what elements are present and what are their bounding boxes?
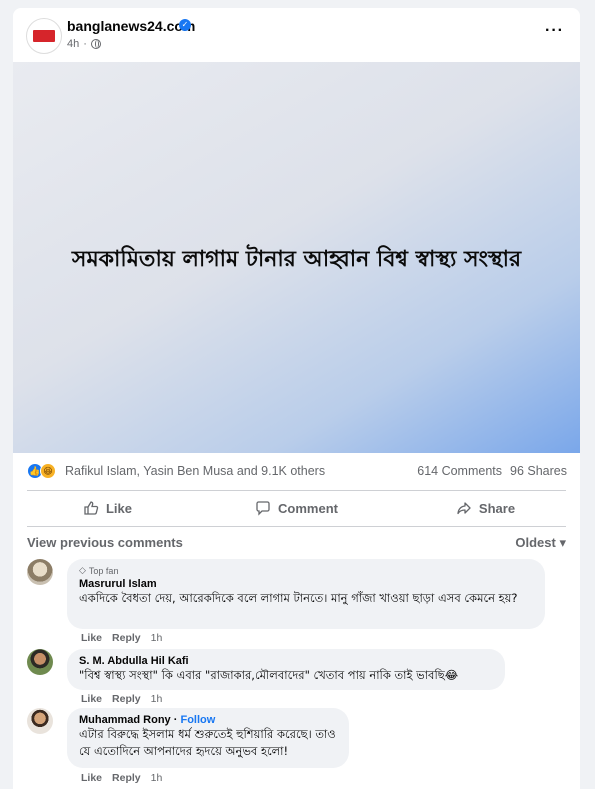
comment-reply-link[interactable]: Reply xyxy=(112,772,141,784)
engagement-counts: 614 Comments 96 Shares xyxy=(417,464,567,478)
comment-author[interactable]: Masrurul Islam xyxy=(79,578,533,590)
post-time[interactable]: 4h xyxy=(67,38,79,50)
comment-actions: Like Reply 1h xyxy=(81,693,162,705)
logo-mark xyxy=(33,30,55,42)
reactions-bar: 👍 😆 Rafikul Islam, Yasin Ben Musa and 9.… xyxy=(13,457,580,487)
reaction-names[interactable]: Rafikul Islam, Yasin Ben Musa and 9.1K o… xyxy=(65,464,325,478)
share-icon xyxy=(457,502,471,515)
thumbs-up-icon xyxy=(84,501,99,515)
more-options-button[interactable]: ··· xyxy=(545,22,564,40)
comment-like-link[interactable]: Like xyxy=(81,693,102,705)
comment-reply-link[interactable]: Reply xyxy=(112,693,141,705)
comment-time[interactable]: 1h xyxy=(151,772,163,784)
divider xyxy=(27,526,566,527)
follow-button[interactable]: Follow xyxy=(180,714,215,726)
comment-actions: Like Reply 1h xyxy=(81,772,162,784)
top-fan-badge: ◇ Top fan xyxy=(79,565,119,576)
comments-count[interactable]: 614 Comments xyxy=(417,464,502,478)
comments-header: View previous comments Oldest ▾ xyxy=(13,531,580,555)
haha-reaction-icon: 😆 xyxy=(40,463,56,479)
comment-label: Comment xyxy=(278,500,338,516)
avatar[interactable] xyxy=(27,559,53,585)
comment-icon xyxy=(256,501,270,516)
like-button[interactable]: Like xyxy=(13,492,202,524)
page-avatar[interactable] xyxy=(26,18,62,54)
comment-like-link[interactable]: Like xyxy=(81,632,102,644)
comment-bubble: ◇ Top fan Masrurul Islam একদিকে বৈধতা দেয… xyxy=(67,559,545,629)
comment-bubble: S. M. Abdulla Hil Kafi "বিশ্ব স্বাস্থ্য … xyxy=(67,649,505,690)
view-previous-comments-link[interactable]: View previous comments xyxy=(27,535,183,550)
share-label: Share xyxy=(478,500,516,516)
share-button[interactable]: Share xyxy=(391,492,580,524)
comment-time[interactable]: 1h xyxy=(151,693,163,705)
comment-reply-link[interactable]: Reply xyxy=(112,632,141,644)
post-image[interactable]: সমকামিতায় লাগাম টানার আহ্বান বিশ্ব স্বা… xyxy=(13,62,580,453)
comment-actions: Like Reply 1h xyxy=(81,632,162,644)
shares-count[interactable]: 96 Shares xyxy=(510,464,567,478)
comment-bubble: Muhammad Rony · Follow এটার বিরুদ্ধে ইসল… xyxy=(67,708,349,768)
post-header: banglanews24.com ✓ 4h · ··· xyxy=(13,8,580,62)
sort-label: Oldest xyxy=(515,535,556,550)
avatar[interactable] xyxy=(27,649,53,675)
comment-text: একদিকে বৈধতা দেয়, আরেকদিকে বলে লাগাম টা… xyxy=(79,591,518,605)
comment-author-name[interactable]: Muhammad Rony xyxy=(79,714,171,726)
globe-icon xyxy=(90,39,101,49)
comment-text: "বিশ্ব স্বাস্থ্য সংস্থা" কি এবার "রাজাকা… xyxy=(79,668,459,682)
sort-dropdown[interactable]: Oldest ▾ xyxy=(515,535,566,551)
post-card: banglanews24.com ✓ 4h · ··· সমকামিতায় ল… xyxy=(13,8,580,789)
post-image-headline: সমকামিতায় লাগাম টানার আহ্বান বিশ্ব স্বা… xyxy=(71,247,522,272)
comment-text: এটার বিরুদ্ধে ইসলাম ধর্ম শুরুতেই হুশিয়া… xyxy=(79,727,336,758)
comment-button[interactable]: Comment xyxy=(202,492,391,524)
divider xyxy=(27,490,566,491)
reaction-icons[interactable]: 👍 😆 xyxy=(27,463,59,479)
comment-author: Muhammad Rony · Follow xyxy=(79,714,216,726)
verified-badge-icon: ✓ xyxy=(179,19,191,31)
post-meta: 4h · xyxy=(67,38,101,50)
comment-time[interactable]: 1h xyxy=(151,632,163,644)
comment-author[interactable]: S. M. Abdulla Hil Kafi xyxy=(79,655,493,667)
diamond-icon: ◇ xyxy=(79,565,86,575)
page-name[interactable]: banglanews24.com xyxy=(67,18,195,34)
chevron-down-icon: ▾ xyxy=(559,535,566,550)
post-action-bar: Like Comment Share xyxy=(13,492,580,524)
comment-like-link[interactable]: Like xyxy=(81,772,102,784)
avatar[interactable] xyxy=(27,708,53,734)
like-label: Like xyxy=(105,500,132,516)
